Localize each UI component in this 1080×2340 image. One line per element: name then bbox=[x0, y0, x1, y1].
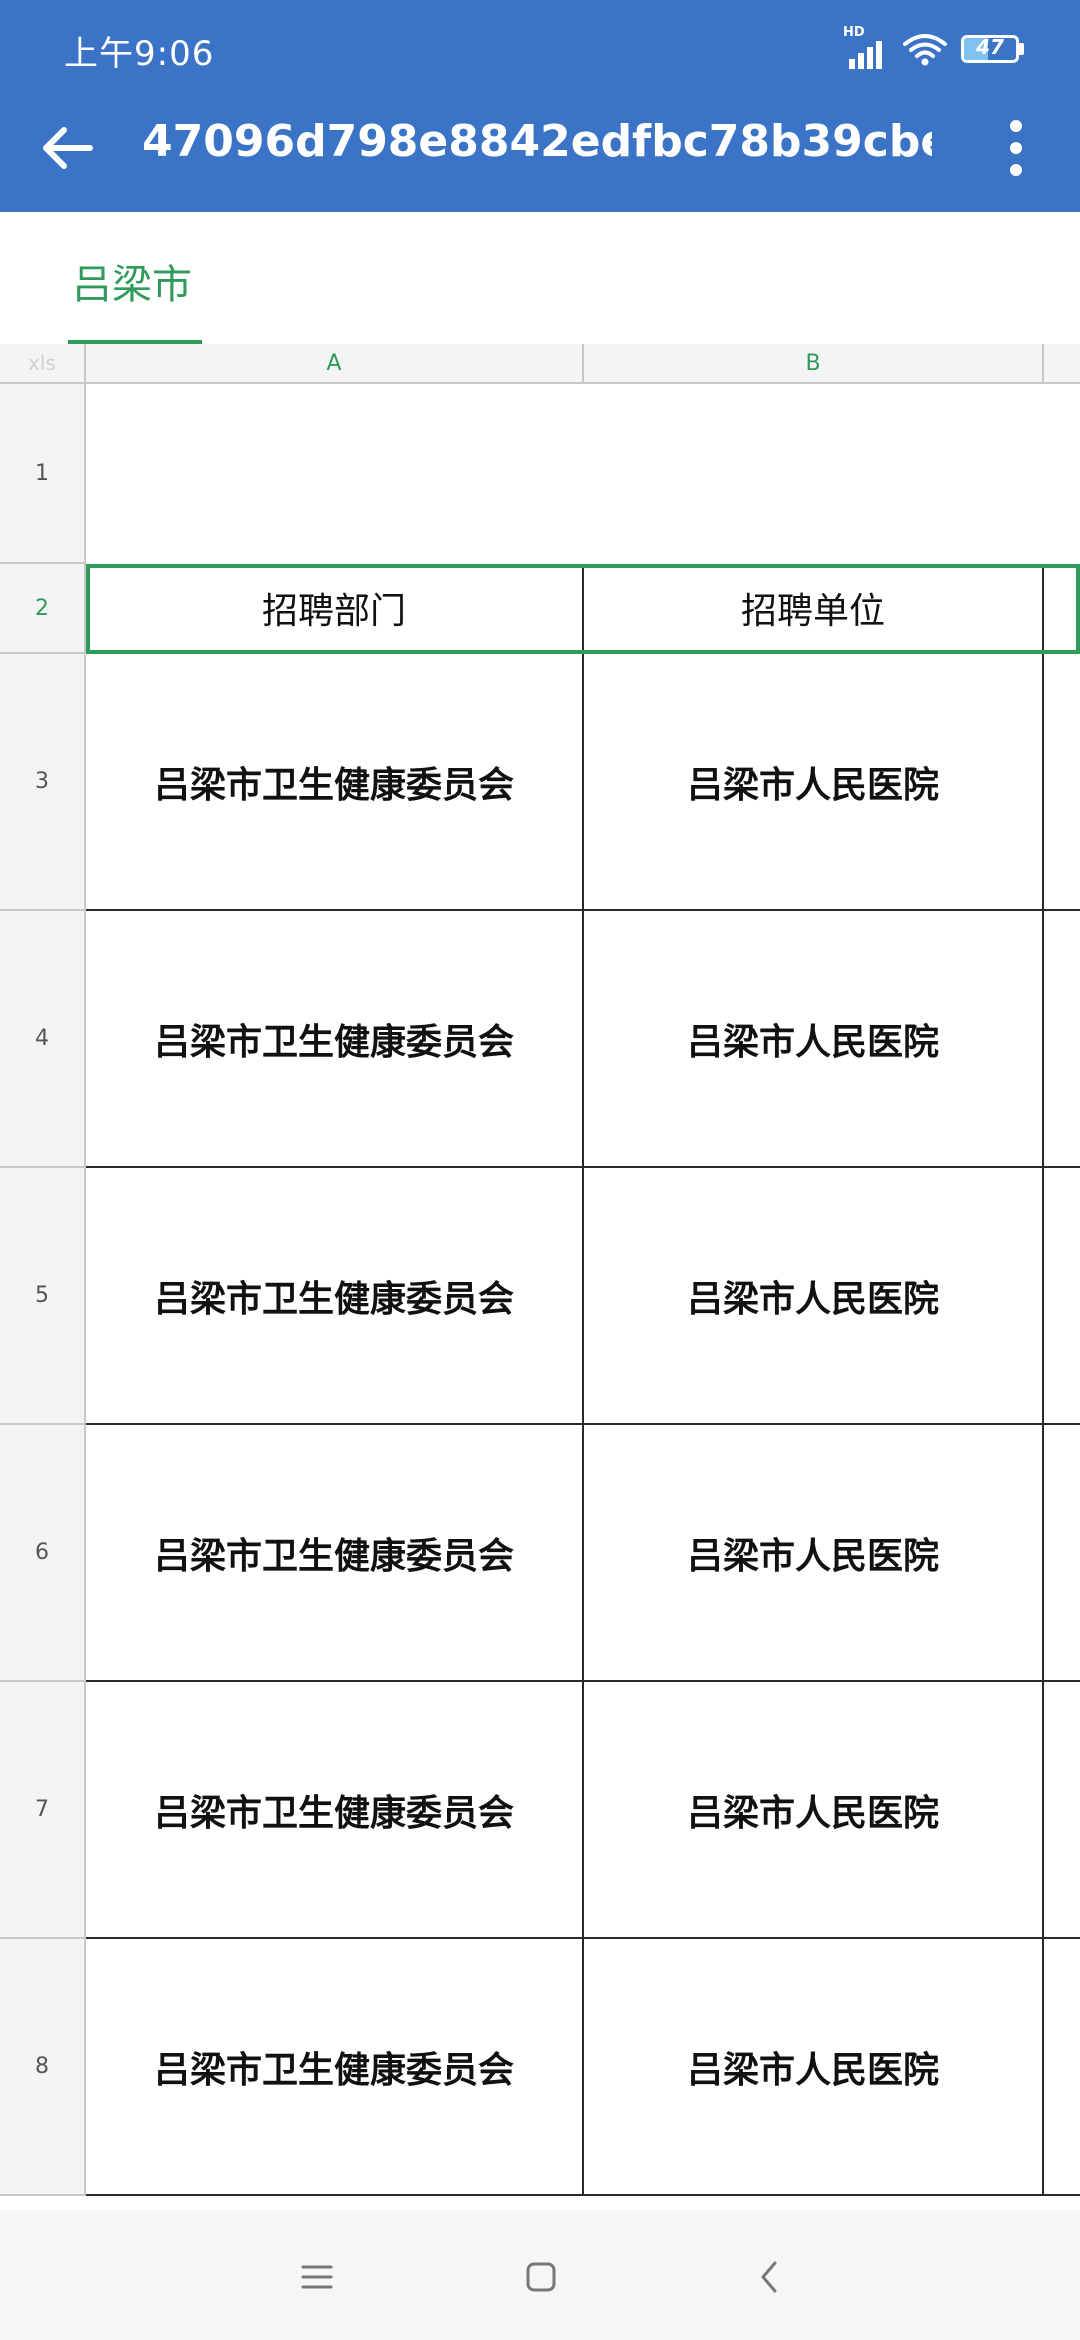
row-header[interactable]: 5 bbox=[0, 1168, 86, 1425]
hd-badge: HD bbox=[843, 25, 865, 40]
row-header[interactable]: 2 bbox=[0, 564, 86, 654]
cell-a1[interactable] bbox=[86, 384, 584, 564]
status-icons: HD 47 bbox=[843, 25, 1024, 72]
cell-a5[interactable]: 吕梁市卫生健康委员会 bbox=[86, 1168, 584, 1425]
nav-menu-button[interactable] bbox=[282, 2242, 352, 2312]
status-time: 上午9:06 bbox=[64, 34, 215, 74]
cell-b7[interactable]: 吕梁市人民医院 bbox=[584, 1682, 1044, 1939]
arrow-left-icon bbox=[43, 127, 93, 169]
cell-b3[interactable]: 吕梁市人民医院 bbox=[584, 654, 1044, 911]
menu-icon bbox=[301, 2265, 333, 2289]
nav-home-button[interactable] bbox=[506, 2242, 576, 2312]
row-header[interactable]: 1 bbox=[0, 384, 86, 564]
sheet-tab-bar: 吕梁市 bbox=[0, 212, 1080, 344]
cell-a8[interactable]: 吕梁市卫生健康委员会 bbox=[86, 1939, 584, 2196]
cell-c6[interactable] bbox=[1044, 1425, 1080, 1682]
cell-c4[interactable] bbox=[1044, 911, 1080, 1168]
row-header[interactable]: 7 bbox=[0, 1682, 86, 1939]
sheet-tab-label: 吕梁市 bbox=[72, 262, 192, 308]
battery-level: 47 bbox=[976, 35, 1004, 59]
cell-c7[interactable] bbox=[1044, 1682, 1080, 1939]
cell-a2[interactable]: 招聘部门 bbox=[86, 564, 584, 654]
file-title: 47096d798e8842edfbc78b39cbe4… bbox=[142, 116, 932, 167]
cell-c8[interactable] bbox=[1044, 1939, 1080, 2196]
row-header[interactable]: 3 bbox=[0, 654, 86, 911]
home-square-icon bbox=[526, 2262, 556, 2292]
row-header[interactable]: 6 bbox=[0, 1425, 86, 1682]
system-nav-bar bbox=[0, 2210, 1080, 2340]
wifi-icon bbox=[903, 29, 947, 69]
row-header[interactable]: 4 bbox=[0, 911, 86, 1168]
cell-b2[interactable]: 招聘单位 bbox=[584, 564, 1044, 654]
cell-a6[interactable]: 吕梁市卫生健康委员会 bbox=[86, 1425, 584, 1682]
app-header: 上午9:06 HD 47 47096d798e8842edfbc78b39cb bbox=[0, 0, 1080, 212]
sheet-tab[interactable]: 吕梁市 bbox=[68, 212, 202, 344]
cell-c3[interactable] bbox=[1044, 654, 1080, 911]
cell-b4[interactable]: 吕梁市人民医院 bbox=[584, 911, 1044, 1168]
more-options-button[interactable] bbox=[988, 112, 1044, 184]
cell-b1[interactable] bbox=[584, 384, 1044, 564]
battery-icon: 47 bbox=[961, 35, 1019, 63]
row-header[interactable]: 8 bbox=[0, 1939, 86, 2196]
column-header-a[interactable]: A bbox=[86, 344, 584, 384]
nav-back-button[interactable] bbox=[734, 2242, 804, 2312]
column-header-b[interactable]: B bbox=[584, 344, 1044, 384]
cell-c5[interactable] bbox=[1044, 1168, 1080, 1425]
cell-b8[interactable]: 吕梁市人民医院 bbox=[584, 1939, 1044, 2196]
cell-a4[interactable]: 吕梁市卫生健康委员会 bbox=[86, 911, 584, 1168]
cell-b5[interactable]: 吕梁市人民医院 bbox=[584, 1168, 1044, 1425]
more-vertical-icon bbox=[1010, 120, 1022, 176]
signal-icon: HD bbox=[843, 25, 889, 69]
back-chevron-icon bbox=[761, 2261, 777, 2293]
back-button[interactable] bbox=[30, 112, 102, 184]
cell-c2[interactable] bbox=[1044, 564, 1080, 654]
spreadsheet-grid[interactable]: xls A B 1 2 招聘部门 招聘单位 3 吕梁市卫生健康委员会 吕梁市人民… bbox=[0, 344, 1080, 2210]
cell-a7[interactable]: 吕梁市卫生健康委员会 bbox=[86, 1682, 584, 1939]
cell-b6[interactable]: 吕梁市人民医院 bbox=[584, 1425, 1044, 1682]
column-header-c[interactable] bbox=[1044, 344, 1080, 384]
grid-corner: xls bbox=[0, 344, 86, 384]
cell-a3[interactable]: 吕梁市卫生健康委员会 bbox=[86, 654, 584, 911]
